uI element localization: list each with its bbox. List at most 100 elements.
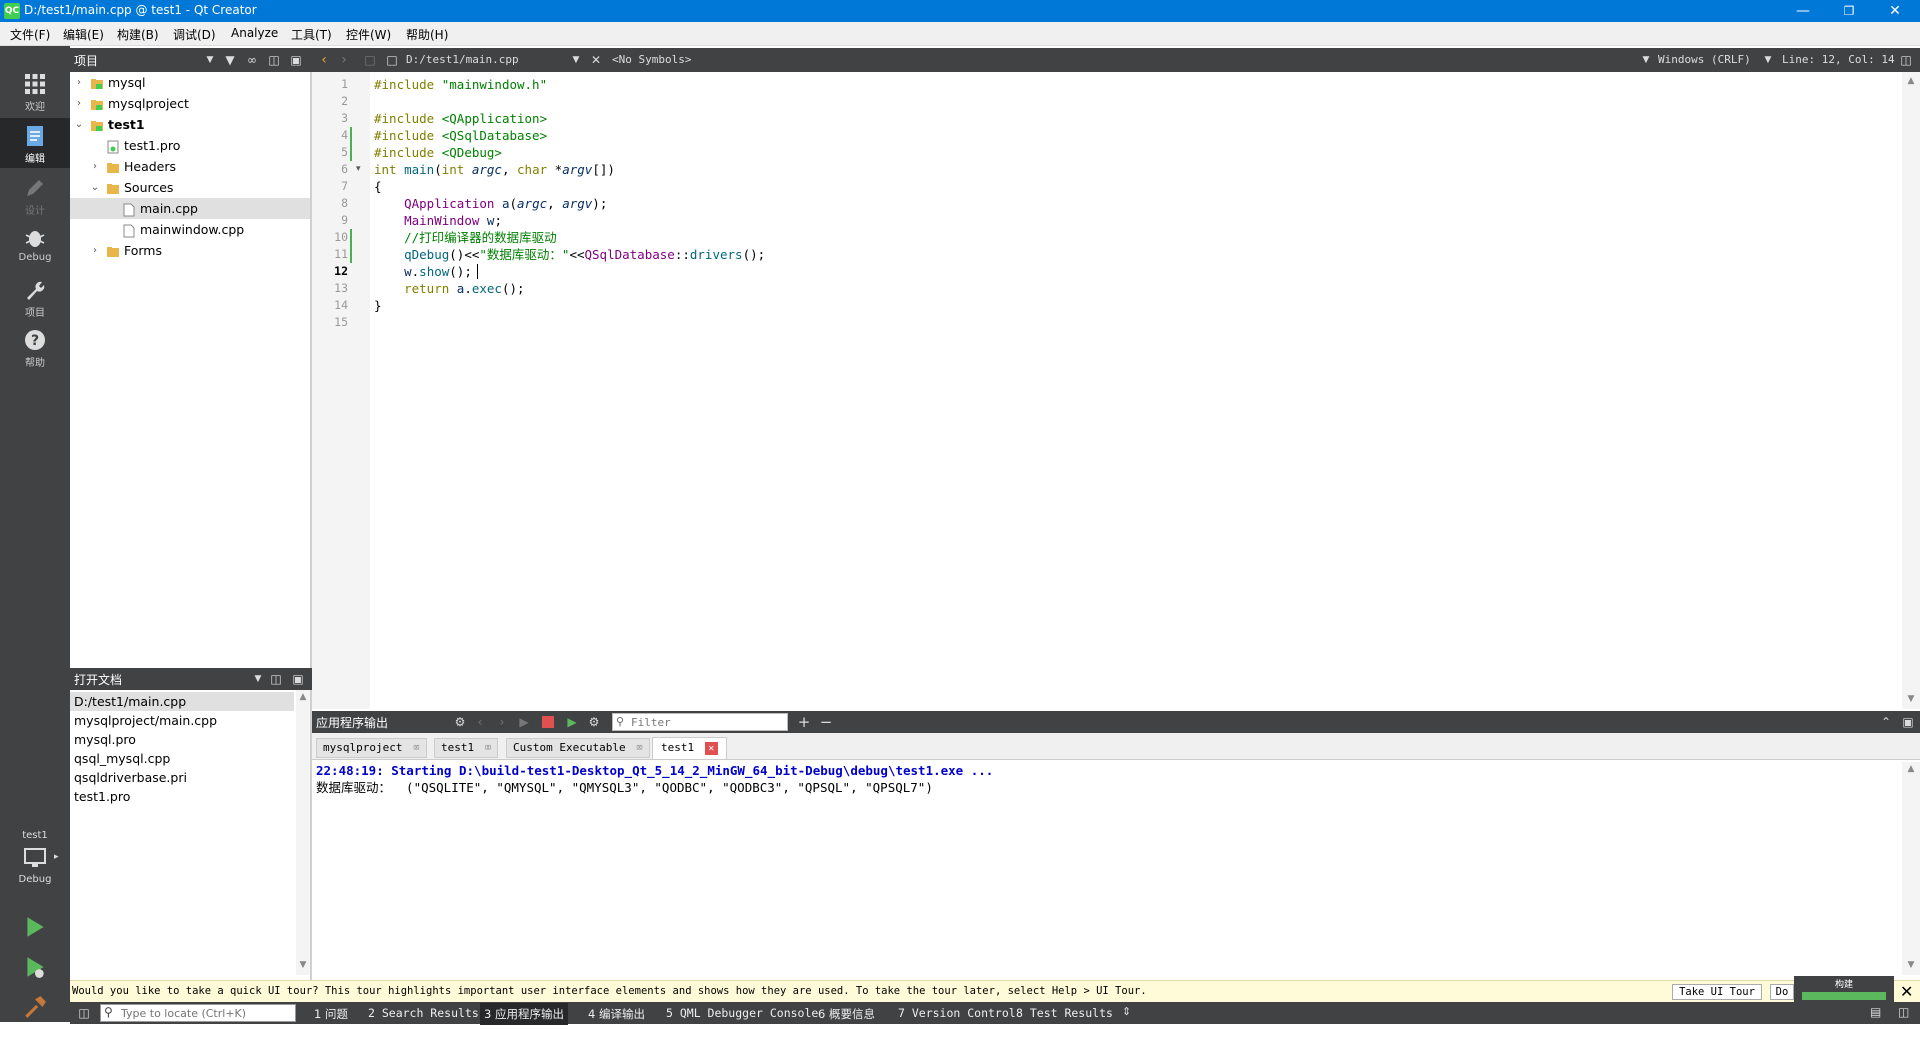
more-tabs-icon[interactable]: ⇕ xyxy=(1122,1005,1131,1018)
cursor-position[interactable]: Line: 12, Col: 14 xyxy=(1782,53,1895,66)
chevron-right-icon[interactable]: › xyxy=(74,93,84,114)
zoom-out-icon[interactable]: − xyxy=(818,714,834,730)
forward-arrow-icon[interactable]: › xyxy=(336,52,352,68)
bottom-tab-qml-debugger[interactable]: 5 QML Debugger Console xyxy=(666,1006,818,1020)
build-progress[interactable]: 构建 xyxy=(1794,976,1894,1003)
minimize-icon[interactable]: — xyxy=(1780,0,1826,22)
open-docs-dropdown-icon[interactable]: ▼ xyxy=(250,671,266,687)
tree-item[interactable]: › Forms xyxy=(70,240,310,261)
output-filter-input[interactable] xyxy=(631,715,781,729)
open-doc-item[interactable]: test1.pro xyxy=(70,787,294,806)
menu-build[interactable]: 构建(B) xyxy=(117,26,159,43)
filter-icon[interactable]: ▼ xyxy=(222,52,238,68)
run-debug-icon[interactable]: ▶ xyxy=(564,714,580,730)
bottom-tab-search-results[interactable]: 2 Search Results xyxy=(368,1006,479,1020)
maximize-pane-icon[interactable]: ⌃ xyxy=(1878,714,1894,730)
code-editor[interactable]: #include "mainwindow.h" #include <QApplic… xyxy=(372,72,1902,709)
output-scrollbar[interactable]: ▲ ▼ xyxy=(1902,762,1920,975)
application-output[interactable]: 22:48:19: Starting D:\build-test1-Deskto… xyxy=(312,762,1902,975)
close-document-icon[interactable]: ✕ xyxy=(588,52,604,68)
chevron-right-icon[interactable]: › xyxy=(90,240,100,261)
output-tab-test1-a[interactable]: test1 ⌧ xyxy=(434,738,499,758)
editor-scroll-up-icon[interactable]: ▲ xyxy=(1904,76,1918,86)
stop-icon[interactable] xyxy=(542,716,554,728)
prev-icon[interactable]: ‹ xyxy=(472,714,488,730)
open-doc-item[interactable]: qsqldriverbase.pri xyxy=(70,768,294,787)
scroll-down-icon[interactable]: ▼ xyxy=(296,960,310,970)
mode-debug[interactable]: Debug xyxy=(0,220,70,270)
run-icon[interactable] xyxy=(22,914,48,940)
line-ending-dropdown-icon[interactable]: ▼ xyxy=(1760,52,1776,68)
open-doc-item[interactable]: qsql_mysql.cpp xyxy=(70,749,294,768)
mode-help[interactable]: ? 帮助 xyxy=(0,322,70,372)
tree-item[interactable]: › mysqlproject xyxy=(70,93,310,114)
symbols-selector[interactable]: <No Symbols> xyxy=(612,53,691,66)
menu-debug[interactable]: 调试(D) xyxy=(173,26,216,43)
menu-help[interactable]: 帮助(H) xyxy=(406,26,448,43)
mode-design[interactable]: 设计 xyxy=(0,170,70,220)
toggle-right-sidebar-icon[interactable]: ◫ xyxy=(1898,1005,1909,1019)
open-docs-close-icon[interactable]: ▣ xyxy=(290,671,306,687)
bottom-tab-version-control[interactable]: 7 Version Control xyxy=(898,1006,1016,1020)
output-scroll-up-icon[interactable]: ▲ xyxy=(1904,764,1918,774)
build-hammer-icon[interactable] xyxy=(22,994,48,1020)
progress-details-icon[interactable]: ▤ xyxy=(1870,1005,1881,1019)
mode-projects[interactable]: 项目 xyxy=(0,272,70,322)
tree-item[interactable]: test1.pro xyxy=(70,135,310,156)
chevron-down-icon[interactable]: ⌄ xyxy=(74,114,84,135)
attach-icon[interactable]: ⚙ xyxy=(452,714,468,730)
toggle-sidebar-icon[interactable]: ◫ xyxy=(76,1005,92,1021)
tab-close-icon[interactable]: ⌧ xyxy=(636,741,643,754)
scroll-up-icon[interactable]: ▲ xyxy=(296,692,310,702)
menu-analyze[interactable]: Analyze xyxy=(231,26,278,40)
menu-tools[interactable]: 工具(T) xyxy=(291,26,332,43)
output-filter[interactable]: ⚲ xyxy=(612,713,788,731)
editor-file-path[interactable]: D:/test1/main.cpp xyxy=(406,53,519,66)
bottom-tab-general-messages[interactable]: 6 概要信息 xyxy=(818,1006,875,1022)
close-icon[interactable]: ✕ xyxy=(1872,0,1918,22)
open-doc-item[interactable]: D:/test1/main.cpp xyxy=(70,692,294,711)
dont-show-again-button[interactable]: Do xyxy=(1770,984,1794,1000)
close-output-icon[interactable]: ▣ xyxy=(1900,714,1916,730)
rerun-icon[interactable]: ▶ xyxy=(516,714,532,730)
chevron-right-icon[interactable]: › xyxy=(74,72,84,93)
next-icon[interactable]: › xyxy=(494,714,510,730)
bottom-tab-app-output[interactable]: 3 应用程序输出 xyxy=(480,1003,568,1025)
output-tab-custom-executable[interactable]: Custom Executable ⌧ xyxy=(506,738,650,758)
open-docs-split-icon[interactable]: ◫ xyxy=(268,671,284,687)
debug-run-icon[interactable] xyxy=(22,954,48,980)
link-icon[interactable]: ∞ xyxy=(244,52,260,68)
close-pane-icon[interactable]: ▣ xyxy=(288,52,304,68)
fold-marker-icon[interactable]: ▾ xyxy=(356,161,361,178)
locator[interactable]: ⚲ xyxy=(100,1004,296,1022)
chevron-down-icon[interactable]: ⌄ xyxy=(90,177,100,198)
bottom-tab-issues[interactable]: 1 问题 xyxy=(314,1006,348,1022)
output-tab-mysqlproject[interactable]: mysqlproject ⌧ xyxy=(316,738,427,758)
bottom-tab-test-results[interactable]: 8 Test Results xyxy=(1016,1006,1113,1020)
bottom-tab-compile-output[interactable]: 4 编译输出 xyxy=(588,1006,645,1022)
back-arrow-icon[interactable]: ‹ xyxy=(316,52,332,68)
mode-edit[interactable]: 编辑 xyxy=(0,118,70,168)
locator-input[interactable] xyxy=(121,1006,291,1020)
tree-item[interactable]: mainwindow.cpp xyxy=(70,219,310,240)
tab-close-icon[interactable]: ⌧ xyxy=(485,741,492,754)
view-dropdown-icon[interactable]: ▼ xyxy=(202,52,218,68)
editor-scrollbar[interactable]: ▲ ▼ xyxy=(1902,72,1920,709)
line-ending-selector[interactable]: Windows (CRLF) xyxy=(1658,53,1751,66)
tree-item[interactable]: main.cpp xyxy=(70,198,310,219)
tree-item[interactable]: ⌄ Sources xyxy=(70,177,310,198)
encoding-dropdown-icon[interactable]: ▼ xyxy=(1638,52,1654,68)
take-ui-tour-button[interactable]: Take UI Tour xyxy=(1672,984,1762,1000)
menu-controls[interactable]: 控件(W) xyxy=(346,26,391,43)
file-dropdown-icon[interactable]: ▼ xyxy=(568,52,584,68)
close-tour-icon[interactable]: ✕ xyxy=(1900,982,1913,1001)
open-doc-item[interactable]: mysql.pro xyxy=(70,730,294,749)
target-selector[interactable]: ▸ Debug xyxy=(0,846,70,892)
settings-icon[interactable]: ⚙ xyxy=(586,714,602,730)
editor-scroll-down-icon[interactable]: ▼ xyxy=(1904,694,1918,704)
chevron-right-icon[interactable]: › xyxy=(90,156,100,177)
editor-split-icon[interactable]: ◫ xyxy=(1898,52,1914,68)
tree-item[interactable]: ⌄ test1 xyxy=(70,114,310,135)
open-doc-item[interactable]: mysqlproject/main.cpp xyxy=(70,711,294,730)
tab-close-icon[interactable]: ⌧ xyxy=(413,741,420,754)
